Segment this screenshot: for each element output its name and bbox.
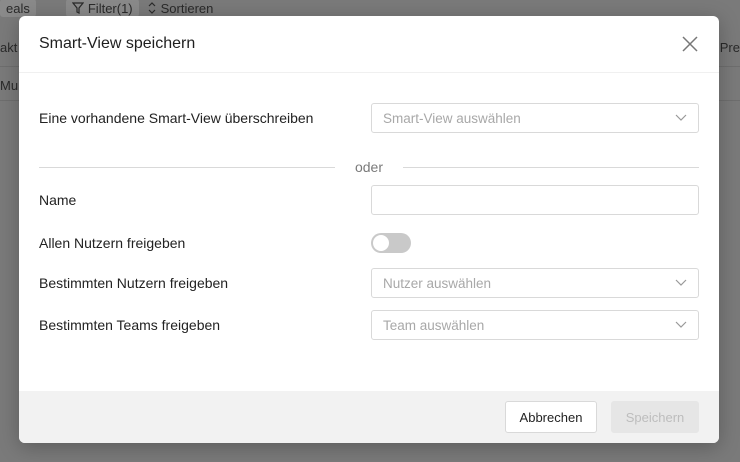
deals-tab-label: eals <box>6 0 30 16</box>
chevron-down-icon <box>675 321 687 328</box>
dialog-footer: Abbrechen Speichern <box>19 391 719 443</box>
or-divider: oder <box>39 159 699 175</box>
name-label: Name <box>39 192 77 208</box>
close-icon <box>682 36 698 52</box>
share-users-row: Bestimmten Nutzern freigeben Nutzer ausw… <box>39 268 699 298</box>
share-all-row: Allen Nutzern freigeben <box>39 233 699 253</box>
close-button[interactable] <box>681 35 699 53</box>
users-select-placeholder: Nutzer auswählen <box>383 275 492 291</box>
overwrite-row: Eine vorhandene Smart-View überschreiben… <box>39 103 699 133</box>
dialog-body: Eine vorhandene Smart-View überschreiben… <box>19 72 719 391</box>
share-teams-label: Bestimmten Teams freigeben <box>39 317 221 333</box>
sort-button: Sortieren <box>147 0 214 16</box>
toggle-knob <box>373 235 389 251</box>
teams-select[interactable]: Team auswählen <box>371 310 699 340</box>
users-select[interactable]: Nutzer auswählen <box>371 268 699 298</box>
share-teams-row: Bestimmten Teams freigeben Team auswähle… <box>39 310 699 340</box>
cancel-button[interactable]: Abbrechen <box>505 401 597 433</box>
teams-select-placeholder: Team auswählen <box>383 317 485 333</box>
share-all-toggle-wrapper <box>371 233 699 253</box>
overwrite-label: Eine vorhandene Smart-View überschreiben <box>39 110 314 126</box>
sort-icon <box>148 2 156 14</box>
share-all-toggle[interactable] <box>371 233 411 253</box>
filter-button: Filter(1) <box>65 0 139 17</box>
background-column-header-right: Pre <box>719 40 740 55</box>
divider-line-left <box>39 166 335 168</box>
save-smart-view-dialog: Smart-View speichern Eine vorhandene Sma… <box>19 16 719 443</box>
or-divider-text: oder <box>354 159 384 175</box>
smart-view-select[interactable]: Smart-View auswählen <box>371 103 699 133</box>
deals-tab: eals <box>0 0 36 17</box>
divider-line-right <box>403 166 699 168</box>
chevron-down-icon <box>675 279 687 286</box>
sort-button-label: Sortieren <box>160 0 214 16</box>
name-input[interactable] <box>371 185 699 215</box>
share-users-label: Bestimmten Nutzern freigeben <box>39 275 229 291</box>
smart-view-select-placeholder: Smart-View auswählen <box>383 110 521 126</box>
background-toolbar: eals Filter(1) Sortieren <box>0 0 740 17</box>
filter-button-label: Filter(1) <box>87 0 133 16</box>
chevron-down-icon <box>675 114 687 121</box>
dialog-title: Smart-View speichern <box>39 35 196 52</box>
save-button[interactable]: Speichern <box>611 401 699 433</box>
background-row-text: Mu <box>0 78 19 93</box>
name-row: Name <box>39 185 699 215</box>
background-column-header: akt <box>0 40 18 55</box>
filter-icon <box>71 2 84 14</box>
share-all-label: Allen Nutzern freigeben <box>39 235 186 251</box>
dialog-header: Smart-View speichern <box>19 16 719 72</box>
